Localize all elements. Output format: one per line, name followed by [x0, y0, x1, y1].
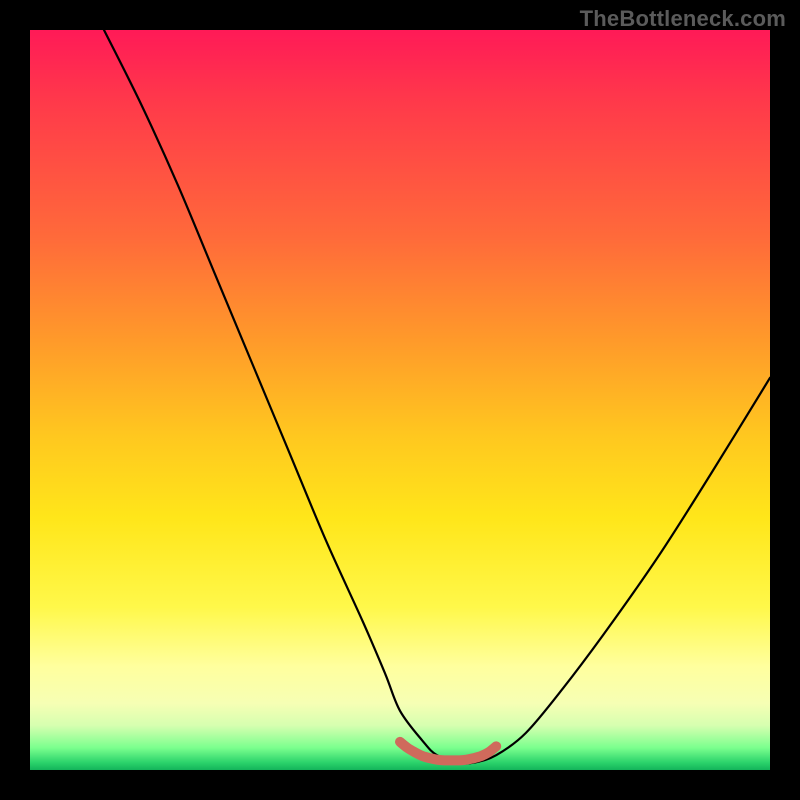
chart-svg: [30, 30, 770, 770]
bottleneck-curve: [104, 30, 770, 764]
valley-marker: [400, 742, 496, 761]
chart-frame: TheBottleneck.com: [0, 0, 800, 800]
watermark-text: TheBottleneck.com: [580, 6, 786, 32]
plot-area: [30, 30, 770, 770]
